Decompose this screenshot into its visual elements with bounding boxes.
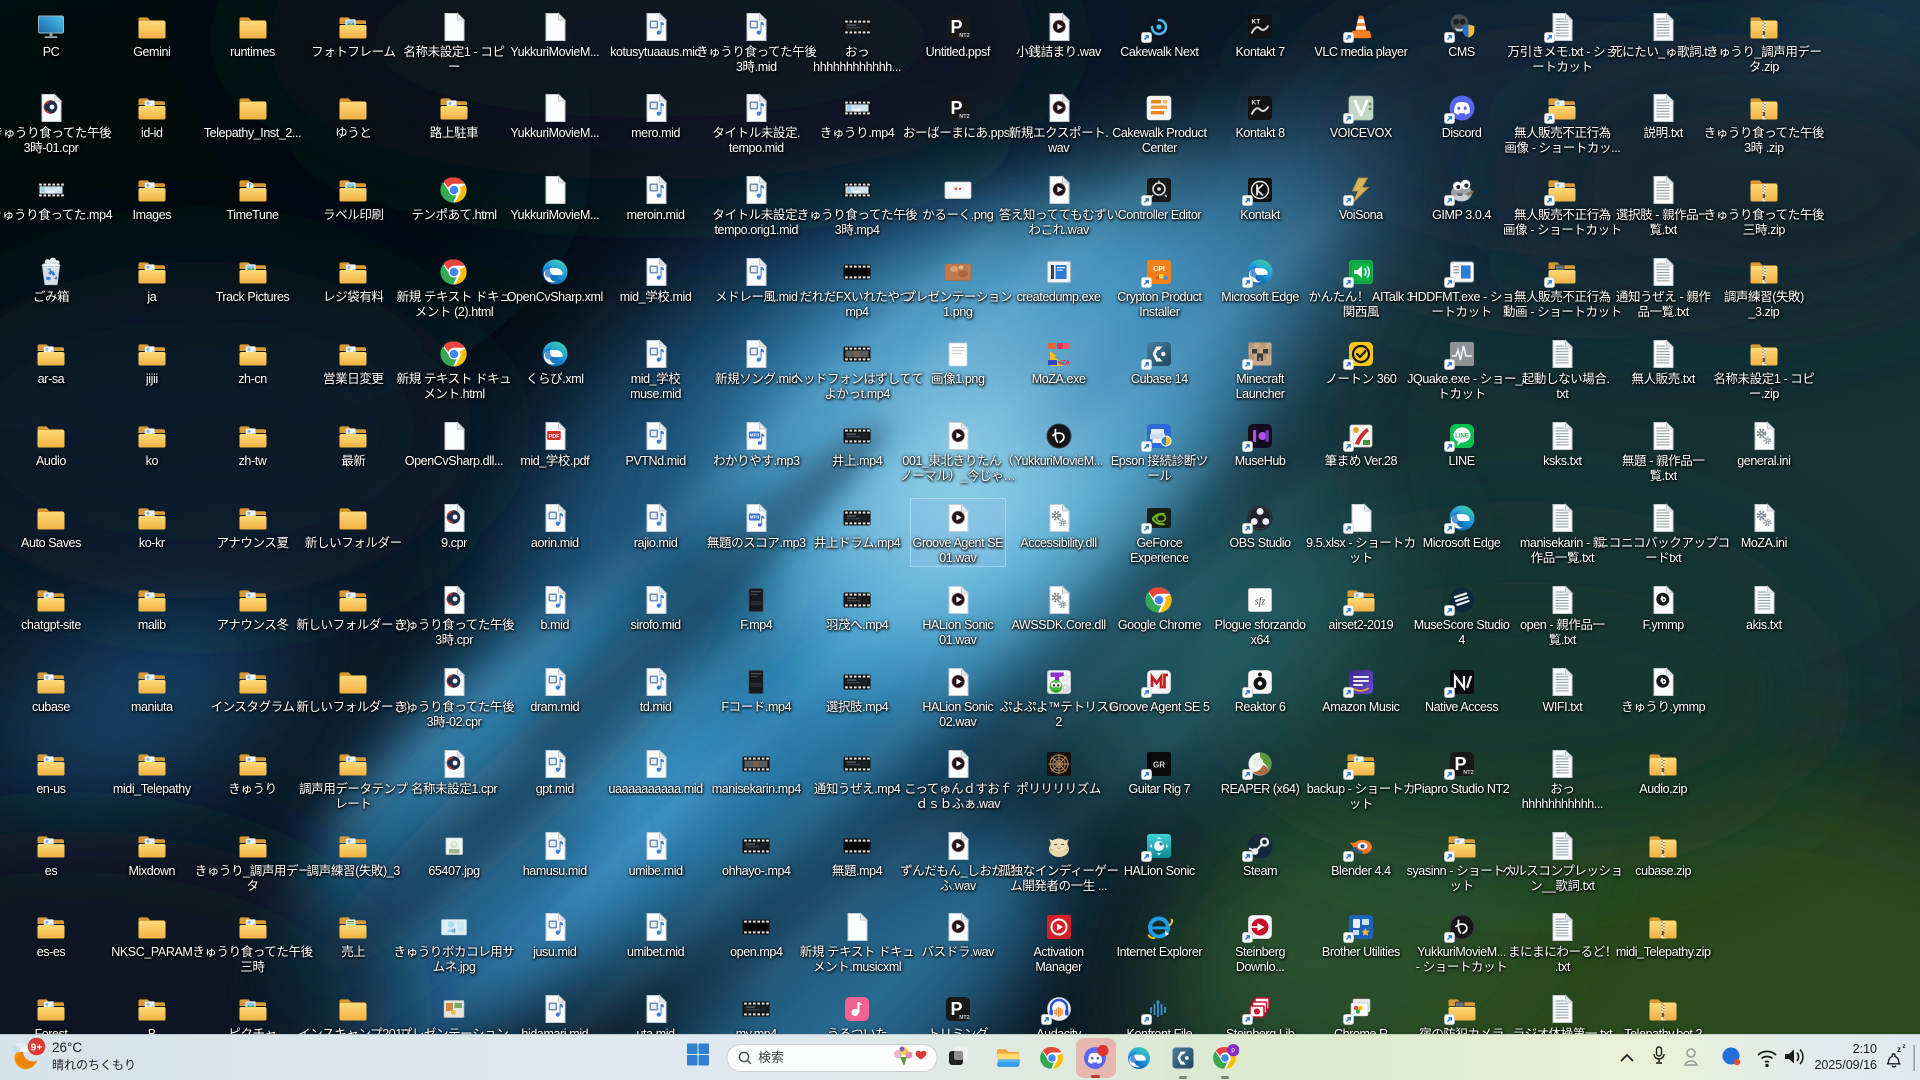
- svg-text:晴れのちくもり: 晴れのちくもり: [52, 1058, 136, 1072]
- svg-text:z: z: [1903, 1044, 1906, 1050]
- svg-text:2025/09/16: 2025/09/16: [1814, 1058, 1877, 1072]
- svg-text:2:10: 2:10: [1853, 1042, 1877, 1056]
- svg-text:z: z: [1897, 1045, 1901, 1054]
- svg-text:26°C: 26°C: [52, 1040, 82, 1055]
- svg-text:P: P: [1231, 1048, 1235, 1055]
- svg-text:検索: 検索: [758, 1050, 784, 1065]
- svg-text:9+: 9+: [31, 1041, 43, 1053]
